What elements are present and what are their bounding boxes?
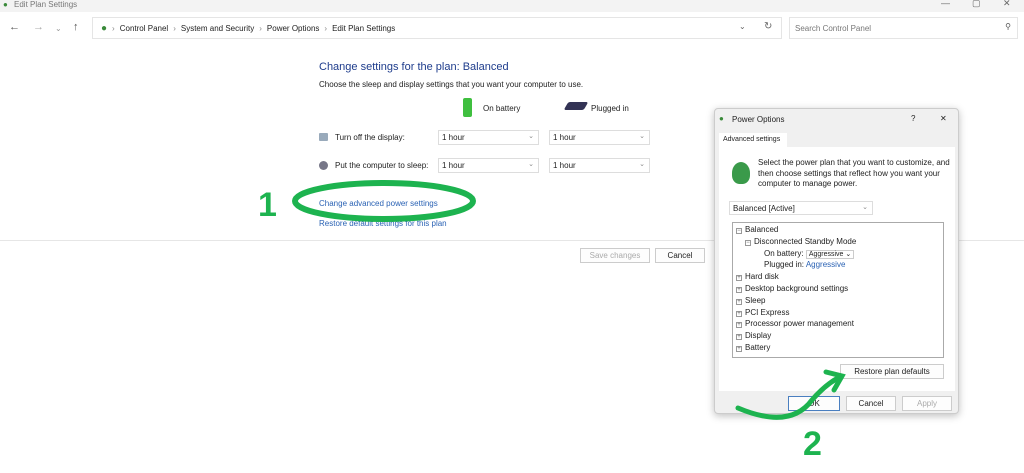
highlight-ellipse	[292, 180, 476, 222]
annotation-arrow	[735, 375, 841, 420]
annotation-overlay	[292, 180, 846, 420]
step-2-label: 2	[803, 425, 822, 463]
step-1-label: 1	[258, 186, 277, 224]
